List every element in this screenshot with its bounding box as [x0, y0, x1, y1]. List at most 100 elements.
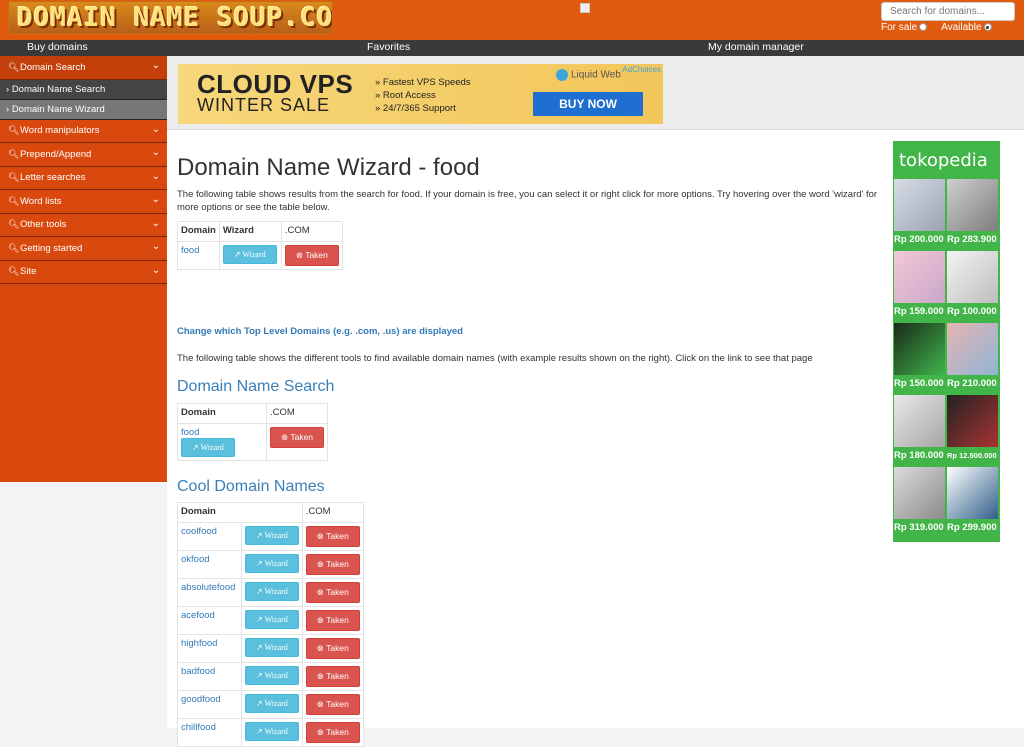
- radio-available-label: Available: [941, 22, 982, 33]
- top-header: DOMAIN NAME SOUP.COM For sale Available: [0, 0, 1024, 40]
- taken-button[interactable]: ⊗ Taken: [305, 610, 360, 631]
- taken-button-label: Taken: [326, 671, 349, 681]
- radio-for-sale-circle[interactable]: [919, 23, 928, 32]
- radio-for-sale[interactable]: For sale: [881, 22, 928, 33]
- domain-link[interactable]: okfood: [181, 554, 210, 565]
- product-image: [947, 323, 998, 375]
- taken-button-label: Taken: [326, 587, 349, 597]
- adchoices-icon[interactable]: AdChoices: [622, 65, 661, 74]
- sidebar-subitem-domain-name-search[interactable]: › Domain Name Search: [0, 79, 167, 100]
- product-image: [894, 395, 945, 447]
- sidebar-item-letter-searches[interactable]: 🔍︎ Letter searches ⌄: [0, 166, 167, 190]
- wizard-button[interactable]: ↗ Wizard: [245, 526, 299, 545]
- sidebar-subitem-domain-name-wizard[interactable]: › Domain Name Wizard: [0, 99, 167, 120]
- domain-name-search-table: Domain .COM food ↗ Wizard ⊗ Taken: [177, 403, 329, 461]
- taken-button[interactable]: ⊗ Taken: [305, 638, 360, 659]
- search-icon: 🔍︎: [8, 172, 20, 183]
- chevron-down-icon: ⌄: [151, 264, 160, 276]
- ad-product[interactable]: Rp 150.000: [894, 323, 945, 393]
- product-price: Rp 100.000: [947, 306, 997, 317]
- domain-link[interactable]: coolfood: [181, 526, 217, 537]
- ad-product[interactable]: Rp 210.000: [947, 323, 998, 393]
- search-icon: 🔍︎: [8, 125, 20, 136]
- taken-button[interactable]: ⊗ Taken: [305, 694, 360, 715]
- wizard-button-label: Wizard: [200, 443, 224, 452]
- ad-product[interactable]: Rp 180.000: [894, 395, 945, 465]
- taken-button[interactable]: ⊗ Taken: [305, 722, 360, 743]
- magic-wand-icon: ↗: [256, 699, 263, 708]
- wizard-button[interactable]: ↗ Wizard: [245, 610, 299, 629]
- nav-domain-manager[interactable]: My domain manager: [708, 41, 804, 53]
- sidebar-item-other-tools[interactable]: 🔍︎ Other tools ⌄: [0, 213, 167, 237]
- table-row: okfood ↗ Wizard ⊗ Taken: [177, 550, 364, 579]
- wizard-button[interactable]: ↗ Wizard: [245, 638, 299, 657]
- domain-link[interactable]: food: [181, 427, 200, 438]
- sidebar-item-label: Domain Search: [20, 61, 86, 73]
- wizard-button[interactable]: ↗ Wizard: [245, 582, 299, 601]
- ad-product[interactable]: Rp 159.000: [894, 251, 945, 321]
- taken-button[interactable]: ⊗ Taken: [305, 526, 360, 547]
- sidebar-item-site[interactable]: 🔍︎ Site ⌄: [0, 260, 167, 284]
- ad-product[interactable]: Rp 12.500.000: [947, 395, 998, 465]
- chevron-down-icon: ⌄: [151, 60, 160, 71]
- search-icon: 🔍︎: [8, 219, 20, 230]
- taken-button-label: Taken: [326, 559, 349, 569]
- magic-wand-icon: ↗: [256, 727, 263, 736]
- wizard-button[interactable]: ↗ Wizard: [245, 722, 299, 741]
- wizard-button[interactable]: ↗ Wizard: [181, 438, 235, 457]
- wizard-button[interactable]: ↗ Wizard: [245, 554, 299, 573]
- tools-description: The following table shows the different …: [177, 353, 813, 364]
- domain-search-input[interactable]: [881, 2, 1015, 21]
- sidebar-item-prepend-append[interactable]: 🔍︎ Prepend/Append ⌄: [0, 143, 167, 167]
- ad-product[interactable]: Rp 283.900: [947, 179, 998, 249]
- domain-link[interactable]: acefood: [181, 610, 215, 621]
- ad-product[interactable]: Rp 100.000: [947, 251, 998, 321]
- wizard-button[interactable]: ↗ Wizard: [222, 245, 277, 264]
- taken-button-label: Taken: [305, 250, 328, 260]
- wizard-button[interactable]: ↗ Wizard: [245, 666, 299, 685]
- nav-favorites[interactable]: Favorites: [367, 41, 410, 53]
- domain-link[interactable]: absolutefood: [181, 582, 235, 593]
- sidebar-item-getting-started[interactable]: 🔍︎ Getting started ⌄: [0, 237, 167, 261]
- domain-link[interactable]: goodfood: [181, 694, 221, 705]
- sidebar-item-label: Getting started: [20, 242, 83, 254]
- taken-button[interactable]: ⊗ Taken: [270, 427, 325, 448]
- taken-button[interactable]: ⊗ Taken: [284, 245, 339, 266]
- radio-available[interactable]: Available: [941, 22, 992, 33]
- radio-available-circle[interactable]: [983, 23, 992, 32]
- product-image: [947, 395, 998, 447]
- chevron-down-icon: ⌄: [151, 123, 160, 135]
- taken-button[interactable]: ⊗ Taken: [305, 666, 360, 687]
- magic-wand-icon: ↗: [256, 559, 263, 568]
- sidebar-item-domain-search[interactable]: 🔍︎ Domain Search ⌄: [0, 56, 167, 80]
- ad-product[interactable]: Rp 319.000: [894, 467, 945, 537]
- sidebar-item-label: Letter searches: [20, 172, 86, 184]
- search-icon: 🔍︎: [8, 195, 20, 206]
- product-image: [894, 179, 945, 231]
- sidebar-item-word-lists[interactable]: 🔍︎ Word lists ⌄: [0, 190, 167, 214]
- product-price: Rp 12.500.000: [947, 451, 997, 460]
- site-logo[interactable]: DOMAIN NAME SOUP.COM: [8, 1, 333, 34]
- product-image: [947, 251, 998, 303]
- domain-link[interactable]: badfood: [181, 666, 215, 677]
- column-header-com: .COM: [265, 403, 329, 424]
- table-row: coolfood ↗ Wizard ⊗ Taken: [177, 522, 364, 551]
- section-title-cool-domain-names[interactable]: Cool Domain Names: [177, 478, 325, 496]
- magic-wand-icon: ↗: [233, 250, 241, 259]
- vps-ad-banner[interactable]: CLOUD VPS WINTER SALE » Fastest VPS Spee…: [178, 64, 663, 124]
- nav-buy-domains[interactable]: Buy domains: [27, 41, 88, 53]
- taken-button[interactable]: ⊗ Taken: [305, 554, 360, 575]
- domain-link[interactable]: food: [181, 245, 200, 256]
- section-title-domain-name-search[interactable]: Domain Name Search: [177, 378, 334, 396]
- domain-link[interactable]: highfood: [181, 638, 217, 649]
- change-tld-link[interactable]: Change which Top Level Domains (e.g. .co…: [177, 326, 463, 337]
- wizard-button-label: Wizard: [264, 615, 288, 624]
- ad-product[interactable]: Rp 200.000: [894, 179, 945, 249]
- table-row: absolutefood ↗ Wizard ⊗ Taken: [177, 578, 364, 607]
- taken-button[interactable]: ⊗ Taken: [305, 582, 360, 603]
- sidebar-item-word-manipulators[interactable]: 🔍︎ Word manipulators ⌄: [0, 119, 167, 143]
- ad-product[interactable]: Rp 299.900: [947, 467, 998, 537]
- ad-buy-now-button[interactable]: BUY NOW: [533, 92, 643, 116]
- wizard-button[interactable]: ↗ Wizard: [245, 694, 299, 713]
- tokopedia-side-ad[interactable]: tokopedia Rp 200.000 Rp 283.900 Rp 159.0…: [893, 141, 1000, 542]
